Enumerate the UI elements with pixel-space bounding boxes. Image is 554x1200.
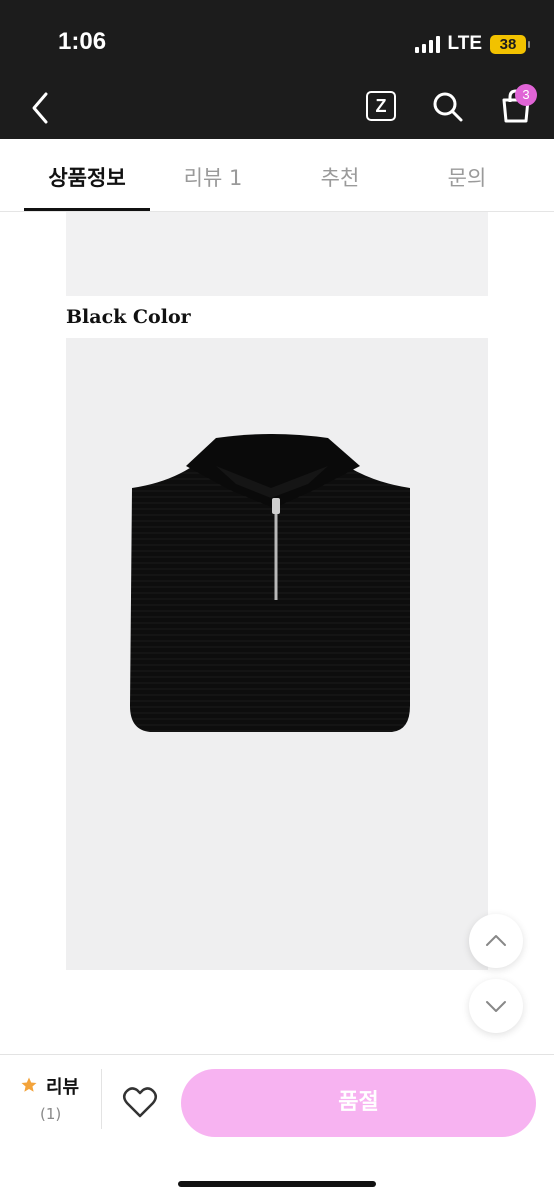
color-caption: Black Color <box>66 306 191 328</box>
search-button[interactable] <box>430 89 466 125</box>
product-tabs: 상품정보 리뷰 1 추천 문의 <box>0 139 554 212</box>
wishlist-button[interactable] <box>122 1085 158 1119</box>
product-image-previous <box>66 212 488 296</box>
knit-vest-illustration <box>130 434 410 732</box>
product-image-black <box>66 338 488 970</box>
heart-icon <box>123 1087 157 1118</box>
soldout-button[interactable]: 품절 <box>181 1069 536 1137</box>
tab-recommend[interactable]: 추천 <box>277 139 403 211</box>
signal-icon <box>414 35 440 53</box>
search-icon <box>433 92 463 122</box>
home-indicator <box>178 1181 376 1187</box>
review-count: (1) <box>40 1105 62 1123</box>
scroll-down-button[interactable] <box>469 979 523 1033</box>
chevron-up-icon <box>486 935 506 946</box>
app-header: 1:06 LTE 38 Z 3 <box>0 0 554 139</box>
bottom-action-bar: 리뷰 (1) 품절 <box>0 1054 554 1200</box>
back-button[interactable] <box>26 88 58 128</box>
z-icon[interactable]: Z <box>366 91 396 121</box>
product-detail-content: Black Color <box>0 212 554 1054</box>
status-indicators: LTE 38 <box>414 33 530 55</box>
star-icon <box>21 1077 37 1092</box>
divider <box>101 1069 102 1129</box>
scroll-up-button[interactable] <box>469 914 523 968</box>
review-label: 리뷰 <box>46 1077 80 1098</box>
network-label: LTE <box>447 33 482 54</box>
tab-reviews[interactable]: 리뷰 1 <box>150 139 276 211</box>
cart-count-badge: 3 <box>515 84 537 106</box>
tab-product-info[interactable]: 상품정보 <box>24 139 150 211</box>
status-time: 1:06 <box>58 28 107 55</box>
tab-inquiry[interactable]: 문의 <box>404 139 530 211</box>
battery-icon: 38 <box>490 34 530 54</box>
chevron-left-icon <box>32 92 48 124</box>
chevron-down-icon <box>486 1001 506 1012</box>
